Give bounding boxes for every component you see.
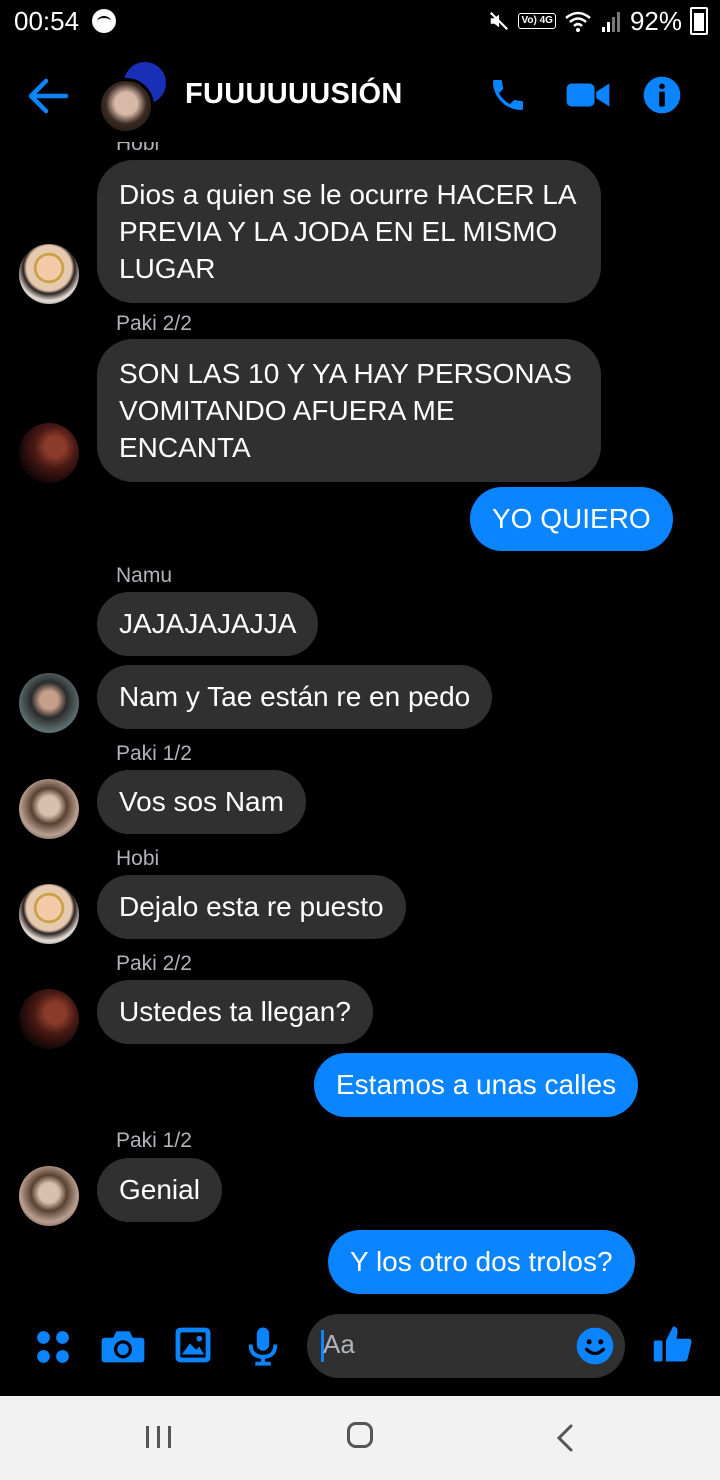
incoming-message[interactable]: JAJAJAJAJJA (97, 592, 319, 656)
avatar[interactable] (19, 989, 79, 1049)
incoming-message[interactable]: Vos sos Nam (97, 770, 306, 834)
volte-icon: Vo) 4G (518, 13, 556, 29)
battery-percent: 92% (629, 5, 682, 36)
avatar[interactable] (19, 673, 79, 733)
status-bar: 00:54 Vo) 4G 92% (0, 0, 720, 44)
sender-name: Paki 1/2 (116, 742, 192, 765)
recent-apps-icon[interactable] (146, 1426, 174, 1448)
incoming-message[interactable]: Dios a quien se le ocurre HACER LA PREVI… (97, 160, 601, 303)
nav-back-icon[interactable] (556, 1424, 574, 1452)
message-list[interactable]: Hobi Dios a quien se le ocurre HACER LA … (0, 142, 720, 1304)
outgoing-message[interactable]: Estamos a unas calles (314, 1053, 639, 1117)
sender-name: Paki 2/2 (116, 952, 192, 975)
outgoing-message[interactable]: Y los otro dos trolos? (328, 1230, 635, 1294)
avatar[interactable] (19, 244, 79, 304)
spotify-icon (92, 9, 116, 33)
avatar[interactable] (19, 779, 79, 839)
incoming-message[interactable]: Nam y Tae están re en pedo (97, 665, 493, 729)
incoming-message[interactable]: Ustedes ta llegan? (97, 980, 373, 1044)
group-avatar[interactable] (98, 60, 168, 134)
microphone-icon[interactable] (244, 1326, 282, 1366)
incoming-message[interactable]: Dejalo esta re puesto (97, 875, 406, 939)
message-composer: Aa (0, 1306, 720, 1394)
camera-icon[interactable] (100, 1326, 146, 1366)
emoji-icon[interactable] (575, 1326, 615, 1366)
system-nav-bar (0, 1396, 720, 1480)
wifi-icon (565, 11, 591, 32)
sender-name: Namu (116, 564, 173, 587)
info-icon[interactable] (642, 74, 682, 116)
avatar[interactable] (19, 423, 79, 483)
sender-name: Hobi (116, 142, 160, 155)
sender-name: Hobi (116, 847, 160, 870)
group-avatar-primary (98, 78, 154, 134)
back-arrow-icon[interactable] (26, 76, 70, 116)
incoming-message[interactable]: Genial (97, 1158, 222, 1222)
avatar[interactable] (19, 884, 79, 944)
message-input[interactable]: Aa (307, 1314, 625, 1378)
like-thumbs-up-icon[interactable] (652, 1322, 694, 1366)
status-time: 00:54 (14, 6, 80, 36)
sender-name: Paki 1/2 (116, 1129, 192, 1152)
chat-header: FUUUUUUSIÓN (0, 52, 720, 142)
phone-call-icon[interactable] (488, 74, 528, 116)
gallery-icon[interactable] (174, 1326, 212, 1364)
status-icons: Vo) 4G 92% (488, 6, 708, 36)
mute-icon (490, 11, 509, 31)
home-icon[interactable] (347, 1422, 373, 1448)
avatar[interactable] (19, 1166, 79, 1226)
outgoing-message[interactable]: YO QUIERO (470, 487, 673, 551)
incoming-message[interactable]: SON LAS 10 Y YA HAY PERSONAS VOMITANDO A… (97, 339, 601, 482)
message-input-placeholder: Aa (323, 1329, 355, 1359)
battery-icon (690, 7, 708, 35)
more-actions-icon[interactable] (34, 1328, 72, 1366)
chat-title[interactable]: FUUUUUUSIÓN (185, 78, 403, 111)
sender-name: Paki 2/2 (116, 312, 192, 335)
video-call-icon[interactable] (565, 74, 611, 116)
signal-icon (601, 12, 620, 32)
